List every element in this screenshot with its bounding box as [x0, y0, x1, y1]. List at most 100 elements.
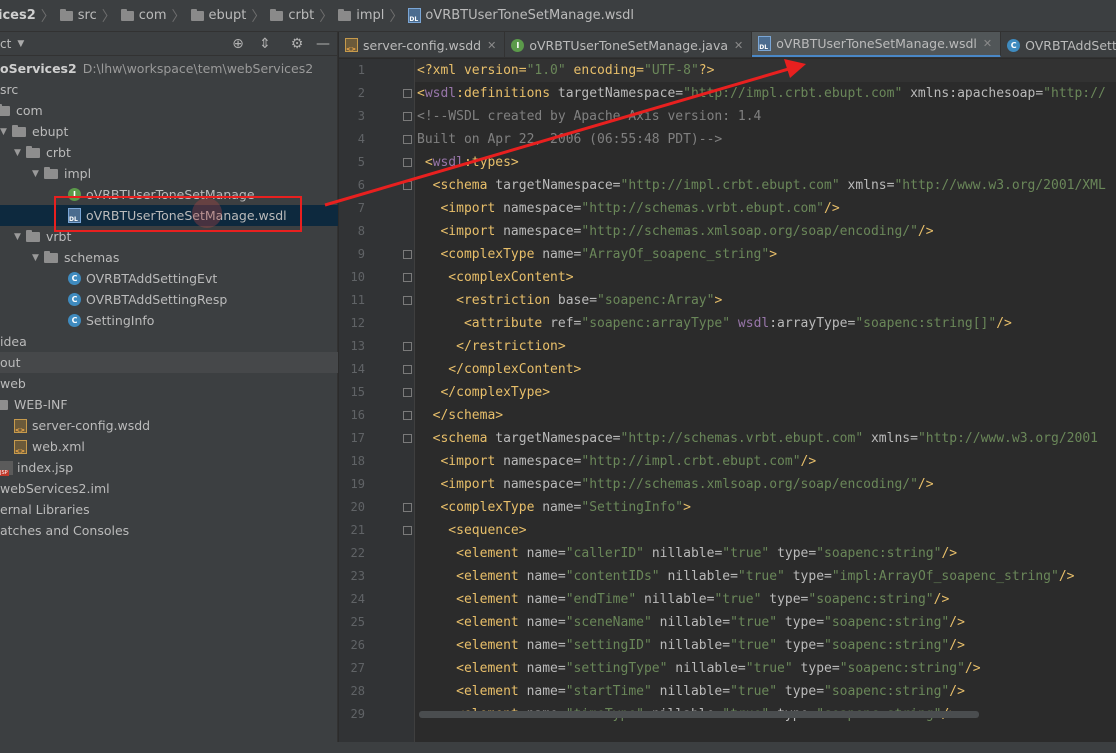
tree-item-web-xml[interactable]: web.xml [0, 436, 338, 457]
tree-item-project-root[interactable]: oServices2 D:\lhw\workspace\tem\webServi… [0, 58, 338, 79]
code-line[interactable]: <schema targetNamespace="http://schemas.… [417, 427, 1098, 450]
close-icon[interactable]: ✕ [983, 37, 992, 50]
code-line[interactable]: <import namespace="http://schemas.vrbt.e… [417, 197, 839, 220]
tree-item-idea[interactable]: idea [0, 331, 338, 352]
code-line[interactable]: Built on Apr 22, 2006 (06:55:48 PDT)--> [417, 128, 722, 151]
code-line[interactable]: <element name="contentIDs" nillable="tru… [417, 565, 1074, 588]
tree-item-label: atches and Consoles [0, 523, 130, 538]
code-line[interactable]: <wsdl:definitions targetNamespace="http:… [417, 82, 1106, 105]
code-line[interactable]: <element name="callerID" nillable="true"… [417, 542, 957, 565]
breadcrumb-item-crbt[interactable]: crbt [270, 0, 314, 31]
chevron-down-icon[interactable]: ▼ [17, 39, 24, 49]
tree-item-schemas[interactable]: ▼ schemas [0, 247, 338, 268]
tab-server-config[interactable]: server-config.wsdd ✕ [339, 32, 506, 57]
code-line[interactable]: <!--WSDL created by Apache Axis version:… [417, 105, 761, 128]
fold-marker-icon[interactable] [403, 250, 412, 259]
tree-item-interface[interactable]: IoVRBTUserToneSetManage [0, 184, 338, 205]
tree-item-class[interactable]: C SettingInfo [0, 310, 338, 331]
tree-item-wsdl-selected[interactable]: oVRBTUserToneSetManage.wsdl [0, 205, 338, 226]
code-line[interactable]: <complexType name="SettingInfo"> [417, 496, 690, 519]
code-line[interactable]: </restriction> [417, 335, 566, 358]
fold-marker-icon[interactable] [403, 273, 412, 282]
code-line[interactable]: <wsdl:types> [417, 151, 519, 174]
tree-item-iml[interactable]: webServices2.iml [0, 478, 338, 499]
tree-item-index-jsp[interactable]: index.jsp [0, 457, 338, 478]
code-line[interactable]: <element name="settingType" nillable="tr… [417, 657, 980, 680]
code-line[interactable]: <attribute ref="soapenc:arrayType" wsdl:… [417, 312, 1012, 335]
code-token: </complexType> [417, 385, 551, 400]
tree-item-web-inf[interactable]: WEB-INF [0, 394, 338, 415]
jsp-file-icon [0, 460, 13, 476]
code-line[interactable]: </complexType> [417, 381, 550, 404]
gear-icon[interactable]: ⚙ [289, 36, 305, 52]
breadcrumb-item-src[interactable]: src [59, 0, 97, 31]
tree-item-external-libraries[interactable]: ernal Libraries [0, 499, 338, 520]
code-line[interactable]: <?xml version="1.0" encoding="UTF-8"?> [417, 59, 714, 82]
code-line[interactable]: </complexContent> [417, 358, 581, 381]
fold-marker-icon[interactable] [403, 503, 412, 512]
project-view-selector[interactable]: ct [0, 37, 11, 51]
breadcrumb-project[interactable]: ices2 [0, 0, 36, 31]
fold-marker-icon[interactable] [403, 411, 412, 420]
tree-item-com[interactable]: com [0, 100, 338, 121]
code-line[interactable]: </schema> [417, 404, 503, 427]
tab-interface-java[interactable]: IoVRBTUserToneSetManage.java ✕ [505, 32, 753, 57]
fold-marker-icon[interactable] [403, 365, 412, 374]
close-icon[interactable]: ✕ [734, 39, 743, 52]
fold-marker-icon[interactable] [403, 181, 412, 190]
code-line[interactable]: <restriction base="soapenc:Array"> [417, 289, 722, 312]
tree-item-scratches[interactable]: atches and Consoles [0, 520, 338, 541]
breadcrumb-item-ebupt[interactable]: ebupt [190, 0, 246, 31]
tree-item-server-config[interactable]: server-config.wsdd [0, 415, 338, 436]
tree-item-ebupt[interactable]: ▼ ebupt [0, 121, 338, 142]
tree-item-class[interactable]: C OVRBTAddSettingResp [0, 289, 338, 310]
code-token: "soapenc:Array" [597, 293, 715, 308]
minimize-icon[interactable]: — [315, 36, 331, 52]
expand-arrow-icon[interactable]: ▼ [32, 169, 44, 179]
horizontal-scrollbar[interactable] [419, 711, 979, 718]
close-icon[interactable]: ✕ [487, 39, 496, 52]
expand-arrow-icon[interactable]: ▼ [14, 148, 26, 158]
tree-item-crbt[interactable]: ▼ crbt [0, 142, 338, 163]
tree-item-class[interactable]: C OVRBTAddSettingEvt [0, 268, 338, 289]
code-token: "http:// [1043, 86, 1106, 101]
code-line[interactable]: <complexType name="ArrayOf_soapenc_strin… [417, 243, 777, 266]
fold-marker-icon[interactable] [403, 526, 412, 535]
fold-marker-icon[interactable] [403, 388, 412, 397]
code-line[interactable]: <complexContent> [417, 266, 573, 289]
locate-target-icon[interactable]: ⊕ [230, 36, 246, 52]
fold-marker-icon[interactable] [403, 112, 412, 121]
code-line[interactable]: <element name="startTime" nillable="true… [417, 680, 965, 703]
expand-arrow-icon[interactable]: ▼ [14, 232, 26, 242]
code-line[interactable]: <import namespace="http://schemas.xmlsoa… [417, 473, 933, 496]
fold-marker-icon[interactable] [403, 342, 412, 351]
tab-wsdl-active[interactable]: oVRBTUserToneSetManage.wsdl ✕ [752, 32, 1002, 57]
collapse-all-icon[interactable]: ⇕ [257, 36, 273, 52]
code-line[interactable]: <sequence> [417, 519, 526, 542]
tree-item-out[interactable]: out [0, 352, 338, 373]
expand-arrow-icon[interactable]: ▼ [0, 127, 12, 137]
code-line[interactable]: <import namespace="http://impl.crbt.ebup… [417, 450, 816, 473]
tree-item-src[interactable]: src [0, 79, 338, 100]
tree-item-impl[interactable]: ▼ impl [0, 163, 338, 184]
fold-marker-icon[interactable] [403, 158, 412, 167]
fold-marker-icon[interactable] [403, 434, 412, 443]
fold-marker-icon[interactable] [403, 89, 412, 98]
code-line[interactable]: <import namespace="http://schemas.xmlsoa… [417, 220, 933, 243]
breadcrumb-item-file[interactable]: oVRBTUserToneSetManage.wsdl [408, 0, 634, 31]
breadcrumb-item-com[interactable]: com [120, 0, 167, 31]
tab-add-setting-evt[interactable]: C OVRBTAddSettingE [1001, 32, 1116, 57]
code-line[interactable]: <schema targetNamespace="http://impl.crb… [417, 174, 1106, 197]
fold-marker-icon[interactable] [403, 135, 412, 144]
code-line[interactable]: <element name="endTime" nillable="true" … [417, 588, 949, 611]
expand-arrow-icon[interactable]: ▼ [32, 253, 44, 263]
code-token: wsdl [424, 86, 457, 101]
fold-marker-icon[interactable] [403, 296, 412, 305]
code-line[interactable]: <element name="sceneName" nillable="true… [417, 611, 965, 634]
code-line[interactable]: <element name="settingID" nillable="true… [417, 634, 965, 657]
tree-item-vrbt[interactable]: ▼ vrbt [0, 226, 338, 247]
tree-item-web[interactable]: web [0, 373, 338, 394]
breadcrumb-separator: 〉 [319, 8, 334, 25]
breadcrumb-item-impl[interactable]: impl [338, 0, 384, 31]
code-editor[interactable]: <?xml version="1.0" encoding="UTF-8"?> <w… [339, 59, 1116, 753]
